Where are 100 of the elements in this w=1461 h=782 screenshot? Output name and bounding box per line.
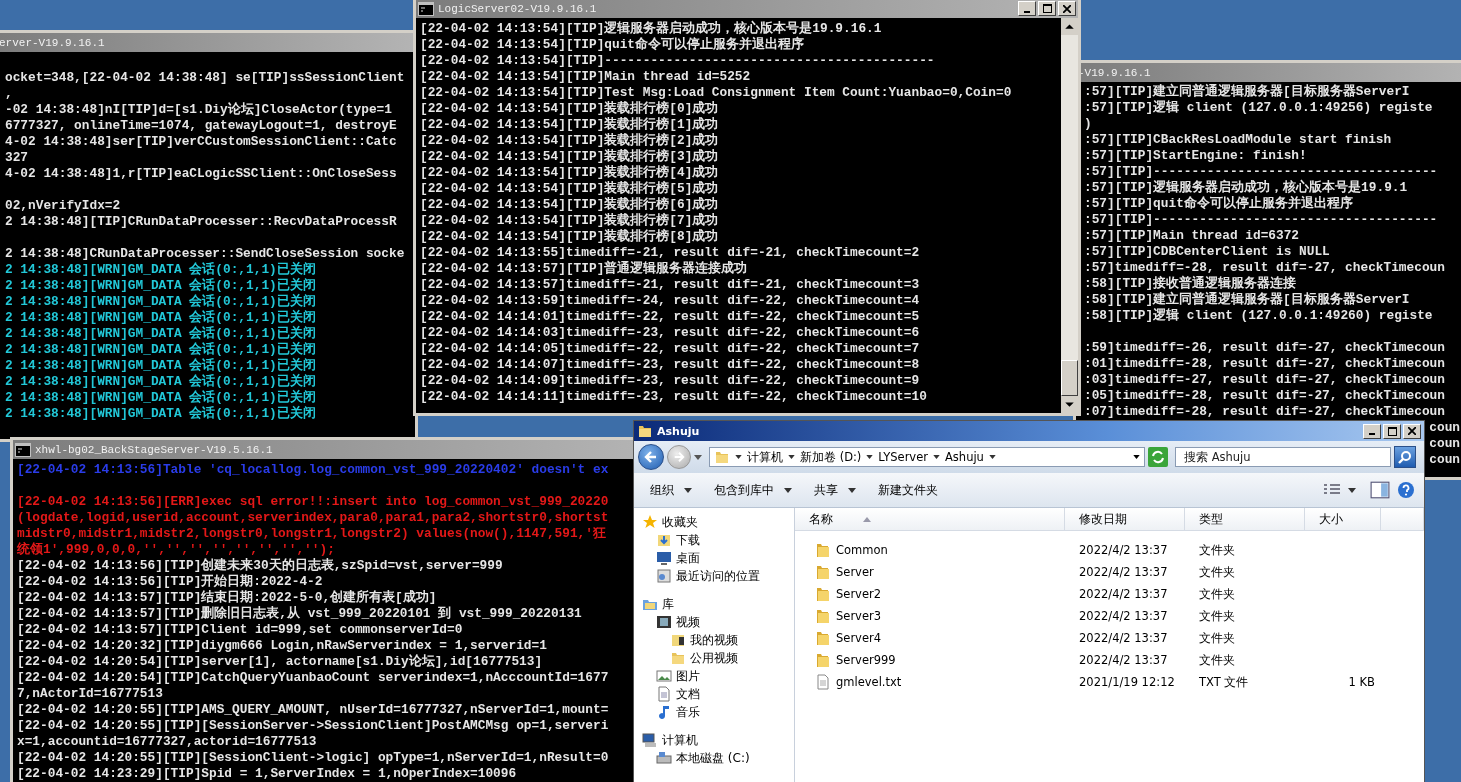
column-header[interactable]: 修改日期 [1065, 508, 1185, 530]
nav-item[interactable]: 文档 [676, 685, 700, 703]
file-name[interactable]: Server999 [836, 653, 896, 667]
minimize-icon [1024, 10, 1030, 13]
modified-date: 2022/4/2 13:37 [1079, 587, 1168, 601]
search-field[interactable]: 搜索 Ashuju [1175, 447, 1391, 467]
console-line: [22-04-02 14:14:11]timediff=-23, result dif=-22, checkTimecount=10 [420, 389, 927, 404]
console-line: [22-04-02 14:13:54][TIP]Main thread id=5252 [420, 69, 751, 84]
file-type: 文件夹 [1199, 564, 1235, 580]
nav-item[interactable]: 公用视频 [690, 649, 738, 667]
console-line: 2 14:38:48][WRN]GM_DATA 会话(0:,1,1)已关闭 [5, 406, 316, 421]
nav-item[interactable]: 库 [662, 595, 674, 613]
caret-icon[interactable] [933, 455, 940, 459]
refresh-icon[interactable] [1148, 447, 1168, 467]
breadcrumb-item[interactable]: 新加卷 (D:) [800, 449, 862, 465]
nav-item[interactable]: 计算机 [662, 731, 698, 749]
document-icon [656, 686, 672, 702]
close-button[interactable] [1058, 1, 1076, 16]
console-line: 327 [5, 150, 29, 165]
help-icon[interactable] [1396, 481, 1416, 499]
breadcrumb-item[interactable]: 计算机 [747, 449, 783, 465]
maximize-button[interactable] [1383, 423, 1401, 439]
console-line: :58][TIP]建立同普通逻辑服务器[目标服务器ServerI [1084, 292, 1410, 307]
file-type: TXT 文件 [1199, 674, 1249, 690]
file-name[interactable]: Server2 [836, 587, 882, 601]
file-name[interactable]: Server4 [836, 631, 882, 645]
minimize-button[interactable] [1018, 1, 1036, 16]
file-type: 文件夹 [1199, 630, 1235, 646]
scroll-up-button[interactable] [1061, 18, 1078, 35]
console-line: ocket=348,[22-04-02 14:38:48] se[TIP]ssSessionClient [5, 70, 405, 85]
back-button[interactable] [638, 444, 664, 470]
nav-item[interactable]: 音乐 [676, 703, 700, 721]
console-line: [22-04-02 14:13:54][TIP]装载排行榜[6]成功 [420, 197, 719, 212]
nav-item[interactable]: 下载 [676, 531, 700, 549]
nav-item[interactable]: 我的视频 [690, 631, 738, 649]
computer-icon [642, 732, 658, 748]
column-header[interactable]: 类型 [1185, 508, 1305, 530]
console-line: coun [1429, 436, 1460, 451]
caret-icon[interactable] [694, 454, 702, 460]
file-name[interactable]: gmlevel.txt [836, 675, 902, 689]
file-name[interactable]: Server3 [836, 609, 882, 623]
toolbar-button[interactable]: 共享 [806, 477, 864, 503]
file-name[interactable]: Common [836, 543, 888, 557]
console-line: [22-04-02 14:20:54][TIP]server[1], actorname[s1.Diy论坛],id[16777513] [17, 654, 543, 669]
console-line: [22-04-02 14:20:55][TIP][SessionClient->logic] opType=1,nServerId=1,nResult=0 [17, 750, 609, 765]
caret-icon[interactable] [788, 455, 795, 459]
window-title: LogicServer02-V19.9.16.1 [438, 2, 597, 15]
music-note-icon [656, 704, 672, 720]
nav-item[interactable]: 桌面 [676, 549, 700, 567]
console-line: [22-04-02 14:13:54][TIP]装载排行榜[0]成功 [420, 101, 719, 116]
right-arrow-icon [673, 451, 685, 463]
video-folder-icon [670, 632, 686, 648]
console-line: [22-04-02 14:14:05]timediff=-22, result dif=-22, checkTimecount=7 [420, 341, 920, 356]
console-line: :01]timediff=-28, result dif=-27, checkTimecoun [1084, 356, 1445, 371]
caret-icon[interactable] [735, 455, 742, 459]
file-size: 1 KB [1348, 675, 1375, 689]
search-button[interactable] [1394, 446, 1416, 468]
caret-icon[interactable] [866, 455, 874, 459]
address-bar[interactable]: 计算机 新加卷 (D:) LYServer Ashuju [709, 447, 1145, 467]
console-line: 4-02 14:38:48]ser[TIP]verCCustomSessionClient::Catc [5, 134, 397, 149]
breadcrumb-item[interactable]: Ashuju [945, 450, 984, 464]
column-header[interactable]: 名称 [795, 508, 1065, 530]
console-line: 2 14:38:48][WRN]GM_DATA 会话(0:,1,1)已关闭 [5, 358, 316, 373]
dropdown-caret-icon[interactable] [1133, 455, 1140, 459]
file-name[interactable]: Server [836, 565, 874, 579]
window-title: -V19.9.16.1 [1078, 66, 1151, 79]
column-header[interactable]: 大小 [1305, 508, 1381, 530]
nav-item[interactable]: 本地磁盘 (C:) [676, 749, 750, 767]
preview-pane-icon[interactable] [1370, 481, 1390, 499]
toolbar-button[interactable]: 包含到库中 [706, 477, 800, 503]
toolbar-button[interactable]: 组织 [642, 477, 700, 503]
sort-arrow-icon [863, 516, 871, 522]
nav-item[interactable]: 视频 [676, 613, 700, 631]
maximize-button[interactable] [1038, 1, 1056, 16]
scrollbar-thumb[interactable] [1061, 360, 1078, 396]
star-icon [642, 514, 658, 530]
nav-item[interactable]: 图片 [676, 667, 700, 685]
console-line: :57][TIP]------------------------------------- [1084, 164, 1438, 179]
nav-item[interactable]: 收藏夹 [662, 513, 698, 531]
caret-icon[interactable] [1348, 487, 1356, 493]
console-line: 7,nActorId=16777513 [17, 686, 163, 701]
modified-date: 2022/4/2 13:37 [1079, 565, 1168, 579]
nav-item[interactable]: 最近访问的位置 [676, 567, 760, 585]
console-line: 02,nVerifyIdx=2 [5, 198, 121, 213]
console-line: :58][TIP]接收普通逻辑服务器连接 [1084, 276, 1297, 291]
close-button[interactable] [1403, 423, 1421, 439]
console-line: 2 14:38:48][WRN]GM_DATA 会话(0:,1,1)已关闭 [5, 374, 316, 389]
console-line: 2 14:38:48]CRunDataProcesser::SendCloseSession socke [5, 246, 405, 261]
console-line: [22-04-02 14:13:57][TIP]Client id=999,set commonserverId=0 [17, 622, 463, 637]
minimize-button[interactable] [1363, 423, 1381, 439]
console-line: [22-04-02 14:13:54][TIP]装载排行榜[5]成功 [420, 181, 719, 196]
toolbar-button[interactable]: 新建文件夹 [870, 477, 946, 503]
console-line: [22-04-02 14:13:54][TIP]quit命令可以停止服务并退出程序 [420, 37, 805, 52]
scroll-down-button[interactable] [1061, 396, 1078, 413]
console-line: :05]timediff=-28, result dif=-27, checkTimecoun [1084, 388, 1445, 403]
breadcrumb-item[interactable]: LYServer [878, 450, 928, 464]
console-line: :57][TIP]quit命令可以停止服务并退出程序 [1084, 196, 1353, 211]
console-line: 2 14:38:48][TIP]CRunDataProcesser::RecvDataProcessR [5, 214, 397, 229]
caret-icon[interactable] [988, 455, 996, 459]
minimize-icon [1369, 433, 1375, 435]
